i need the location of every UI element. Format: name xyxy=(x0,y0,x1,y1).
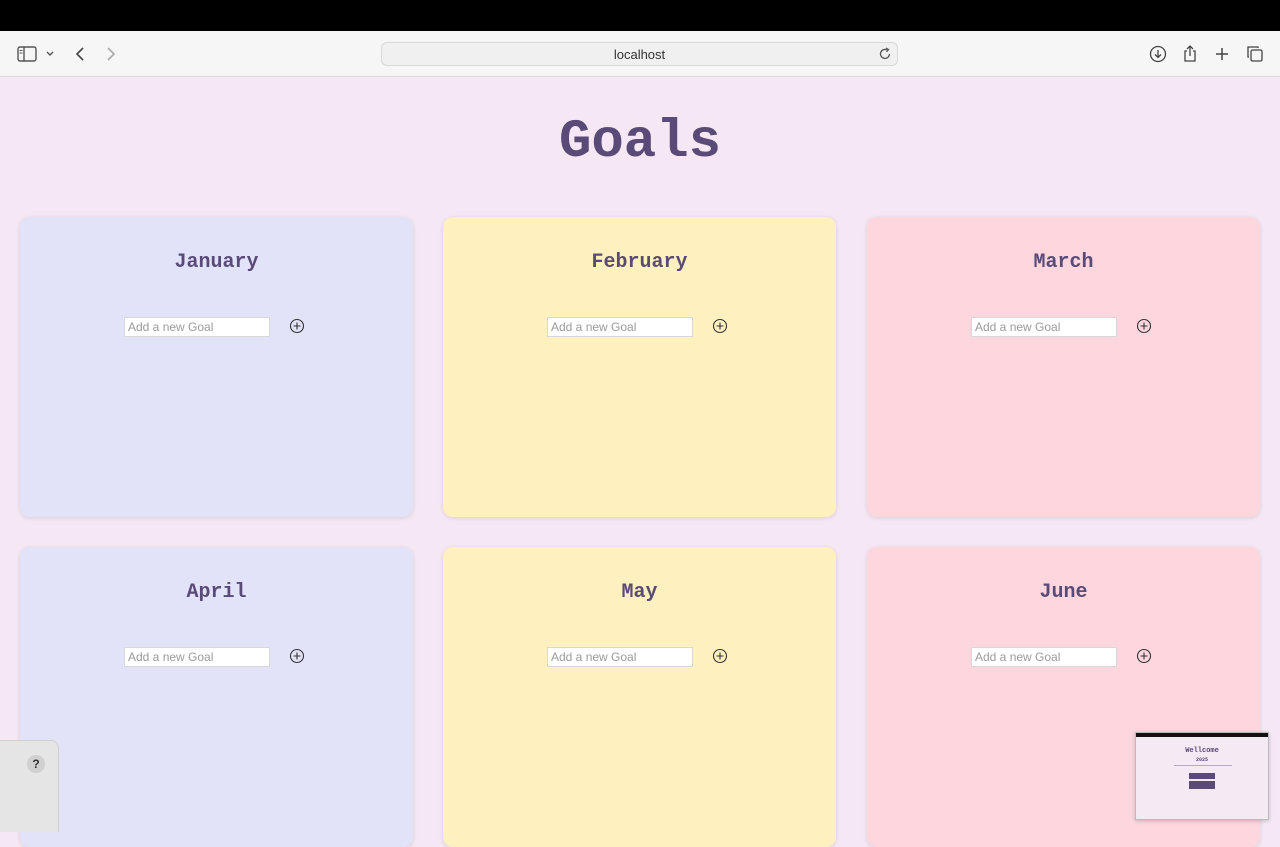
month-title: April xyxy=(186,581,247,604)
back-icon[interactable] xyxy=(68,42,92,66)
window-top-bar xyxy=(0,0,1280,31)
share-icon[interactable] xyxy=(1178,42,1202,66)
month-card-march: March xyxy=(867,217,1260,517)
goal-input[interactable] xyxy=(124,647,270,667)
page-title: Goals xyxy=(558,112,722,173)
month-card-february: February xyxy=(443,217,836,517)
month-card-april: April xyxy=(20,547,413,847)
plus-circle-icon xyxy=(1136,318,1152,334)
browser-toolbar: localhost xyxy=(0,31,1280,77)
chevron-down-icon[interactable] xyxy=(38,42,62,66)
add-goal-button[interactable] xyxy=(1136,648,1152,664)
tabs-icon[interactable] xyxy=(1243,42,1267,66)
plus-circle-icon xyxy=(712,648,728,664)
thumbnail-top-bar xyxy=(1136,733,1268,737)
goal-input[interactable] xyxy=(547,647,693,667)
add-goal-button[interactable] xyxy=(289,318,305,334)
address-bar[interactable]: localhost xyxy=(381,42,898,66)
reload-icon[interactable] xyxy=(877,46,893,65)
month-title: January xyxy=(174,251,259,274)
help-panel: ? xyxy=(0,740,59,832)
goal-input[interactable] xyxy=(971,317,1117,337)
month-title: March xyxy=(1033,251,1094,274)
add-goal-button[interactable] xyxy=(1136,318,1152,334)
month-title: February xyxy=(591,251,688,274)
month-title: June xyxy=(1039,581,1088,604)
month-card-january: January xyxy=(20,217,413,517)
month-title: May xyxy=(621,581,658,604)
plus-circle-icon xyxy=(289,318,305,334)
help-button[interactable]: ? xyxy=(27,755,45,773)
screenshot-thumbnail[interactable]: Wellcome 2025 xyxy=(1135,732,1269,820)
thumbnail-button xyxy=(1189,773,1215,779)
add-goal-button[interactable] xyxy=(712,318,728,334)
sidebar-icon[interactable] xyxy=(15,42,39,66)
thumbnail-button xyxy=(1189,781,1215,789)
goal-input[interactable] xyxy=(547,317,693,337)
plus-icon[interactable] xyxy=(1210,42,1234,66)
forward-icon[interactable] xyxy=(99,42,123,66)
download-icon[interactable] xyxy=(1146,42,1170,66)
plus-circle-icon xyxy=(289,648,305,664)
thumbnail-year: 2025 xyxy=(1195,757,1208,763)
thumbnail-title: Wellcome xyxy=(1185,747,1219,755)
month-card-may: May xyxy=(443,547,836,847)
thumbnail-text-line xyxy=(1174,765,1232,766)
plus-circle-icon xyxy=(712,318,728,334)
goal-input[interactable] xyxy=(124,317,270,337)
add-goal-button[interactable] xyxy=(712,648,728,664)
address-text: localhost xyxy=(613,46,666,62)
goal-input[interactable] xyxy=(971,647,1117,667)
plus-circle-icon xyxy=(1136,648,1152,664)
add-goal-button[interactable] xyxy=(289,648,305,664)
